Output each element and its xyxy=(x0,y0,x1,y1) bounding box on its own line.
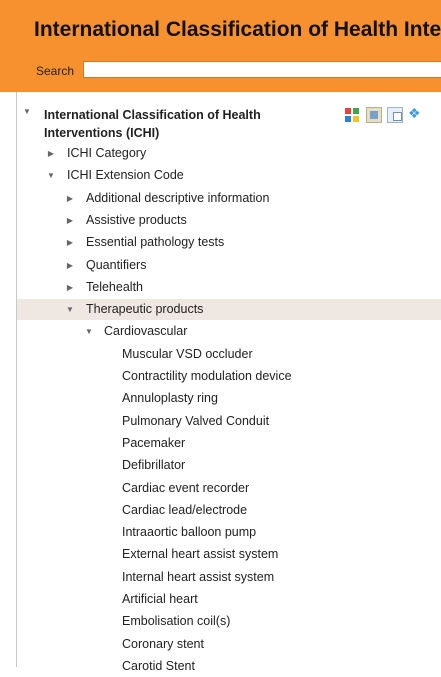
tree-root-label: International Classification of Health I… xyxy=(44,108,261,140)
tree-node[interactable]: Defibrillator xyxy=(17,455,441,476)
tree-node[interactable]: Internal heart assist system xyxy=(17,567,441,588)
collapsed-arrow-icon[interactable]: ▶ xyxy=(65,277,75,298)
tree-node-label: Additional descriptive information xyxy=(86,190,270,205)
tree-node[interactable]: ▶ Additional descriptive information xyxy=(17,188,441,209)
tree-node-label: Cardiac event recorder xyxy=(122,480,250,495)
tree-node[interactable]: Carotid Stent xyxy=(17,656,441,677)
tree-node-label: ICHI Extension Code xyxy=(67,168,184,183)
collapsed-arrow-icon[interactable]: ▶ xyxy=(65,210,75,231)
tree-node[interactable]: ▶ Essential pathology tests xyxy=(17,232,441,253)
tree-node-label: ICHI Category xyxy=(67,146,147,160)
tree-node-label: Assistive products xyxy=(86,212,187,227)
tree-node-label: Therapeutic products xyxy=(86,302,204,317)
tree-node-label: Intraaortic balloon pump xyxy=(122,525,257,540)
tree-node-label: Quantifiers xyxy=(86,257,147,272)
expanded-arrow-icon[interactable]: ▼ xyxy=(46,165,56,186)
collapsed-arrow-icon[interactable]: ▶ xyxy=(46,143,56,164)
app-header: International Classification of Health I… xyxy=(0,0,441,92)
tree-node[interactable]: ▶ ICHI Category xyxy=(17,143,441,164)
tree-node[interactable]: Contractility modulation device xyxy=(17,366,441,387)
tree-node[interactable]: ▶ Telehealth xyxy=(17,277,441,298)
color-grid-icon[interactable] xyxy=(344,107,360,123)
tree-node-label: Carotid Stent xyxy=(122,658,195,673)
tree-node[interactable]: Coronary stent xyxy=(17,634,441,655)
tree-node[interactable]: Artificial heart xyxy=(17,589,441,610)
tree-node[interactable]: Cardiac event recorder xyxy=(17,478,441,499)
tree-node[interactable]: Muscular VSD occluder xyxy=(17,344,441,365)
tree-node[interactable]: ▶ Quantifiers xyxy=(17,255,441,276)
tree-node[interactable]: Cardiac lead/electrode xyxy=(17,500,441,521)
collapsed-arrow-icon[interactable]: ▶ xyxy=(65,255,75,276)
expanded-arrow-icon[interactable]: ▼ xyxy=(84,321,94,342)
search-label: Search xyxy=(36,64,75,78)
tree-node-label: Embolisation coil(s) xyxy=(122,614,231,629)
tree-node-label: Cardiac lead/electrode xyxy=(122,502,248,517)
tree-node[interactable]: Embolisation coil(s) xyxy=(17,611,441,632)
tree-node[interactable]: ▼ ICHI Extension Code xyxy=(17,165,441,186)
tree-node-label: External heart assist system xyxy=(122,547,279,562)
tree-node[interactable]: Intraaortic balloon pump xyxy=(17,522,441,543)
tree-node[interactable]: External heart assist system xyxy=(17,544,441,565)
tree-node-label: Coronary stent xyxy=(122,636,204,651)
collapsed-arrow-icon[interactable]: ▶ xyxy=(65,232,75,253)
collapsed-arrow-icon[interactable]: ▶ xyxy=(65,188,75,209)
tree-node[interactable]: Pulmonary Valved Conduit xyxy=(17,411,441,432)
tree-node-label: Telehealth xyxy=(86,279,143,294)
expanded-arrow-icon[interactable]: ▼ xyxy=(65,299,75,320)
page-title: International Classification of Health I… xyxy=(34,18,441,41)
tree-node-label: Internal heart assist system xyxy=(122,569,275,584)
tree-node-label: Artificial heart xyxy=(122,592,198,606)
tree-node[interactable]: ▼ Therapeutic products xyxy=(17,299,441,321)
tree-node-label: Cardiovascular xyxy=(104,324,188,339)
tree-node[interactable]: ▼ Cardiovascular xyxy=(17,321,441,342)
tree-node[interactable]: Pacemaker xyxy=(17,433,441,454)
tree-node-label: Essential pathology tests xyxy=(86,235,225,250)
tree-node[interactable]: ▶ Assistive products xyxy=(17,210,441,231)
tree-node-label: Contractility modulation device xyxy=(122,369,292,383)
search-input[interactable] xyxy=(83,61,441,78)
person-icon[interactable] xyxy=(366,107,382,123)
tree-node[interactable]: Annuloplasty ring xyxy=(17,388,441,409)
copy-icon[interactable] xyxy=(387,107,403,123)
classification-tree: ▼ International Classification of Health… xyxy=(16,92,441,673)
tree-node-label: Pulmonary Valved Conduit xyxy=(122,413,270,428)
expanded-arrow-icon[interactable]: ▼ xyxy=(23,107,31,116)
tree-node-label: Defibrillator xyxy=(122,458,186,473)
tree-node-label: Pacemaker xyxy=(122,435,186,450)
tree-node-label: Muscular VSD occluder xyxy=(122,346,253,361)
network-icon[interactable]: ❖ xyxy=(408,105,424,123)
tree-node-label: Annuloplasty ring xyxy=(122,391,218,406)
